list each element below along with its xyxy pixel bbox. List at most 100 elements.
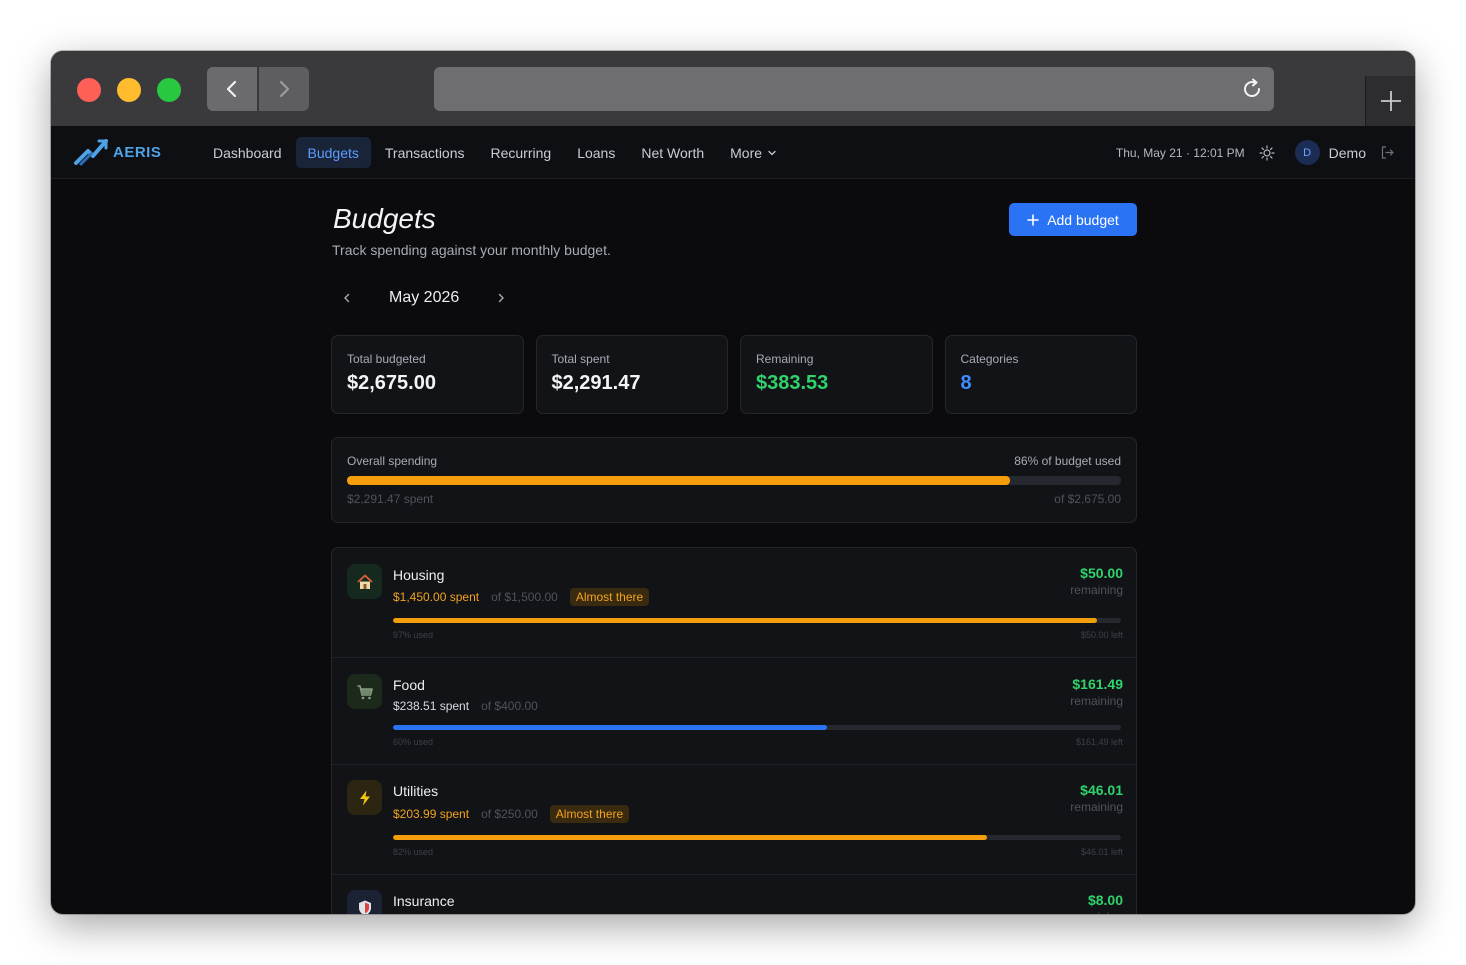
category-progress-fill (393, 835, 988, 840)
category-icon (347, 890, 382, 914)
budget-row-utilities[interactable]: Utilities $203.99 spent of $250.00 Almos… (332, 765, 1136, 875)
stats-cards: Total budgeted $2,675.00 Total spent $2,… (331, 335, 1137, 414)
overall-spending-card: Overall spending 86% of budget used $2,2… (331, 437, 1137, 523)
nav-dashboard[interactable]: Dashboard (201, 137, 294, 168)
current-datetime: Thu, May 21 · 12:01 PM (1115, 145, 1245, 160)
current-month: May 2026 (389, 289, 460, 306)
page-title: Budgets (333, 203, 436, 234)
budget-row-insurance[interactable]: Insurance $8.00 remaining (332, 875, 1136, 914)
category-remaining-label: remaining (1070, 583, 1123, 597)
chevron-left-icon (226, 80, 237, 98)
category-of: of $1,500.00 (491, 590, 558, 604)
brand-logo[interactable]: AERIS (73, 137, 161, 167)
chevron-down-icon (768, 150, 776, 155)
nav-recurring[interactable]: Recurring (479, 137, 564, 168)
stat-remaining: Remaining $383.53 (740, 335, 933, 414)
stat-value: $2,675.00 (347, 372, 436, 394)
status-badge: Almost there (549, 805, 630, 823)
category-remaining-label: remaining (1070, 694, 1123, 708)
category-used: 97% used (393, 630, 434, 640)
category-left: $161.49 left (1075, 737, 1123, 747)
category-name: Food (393, 677, 425, 693)
reload-icon[interactable] (1240, 77, 1264, 101)
category-of: of $250.00 (481, 807, 538, 821)
category-name: Insurance (393, 893, 455, 909)
budget-category-list: Housing $1,450.00 spent of $1,500.00 Alm… (331, 547, 1137, 914)
main-content: Budgets Track spending against your mont… (331, 179, 1137, 914)
stat-value: $383.53 (756, 372, 829, 394)
page-subtitle: Track spending against your monthly budg… (332, 242, 611, 258)
status-badge: Almost there (569, 588, 650, 606)
category-icon (347, 674, 382, 709)
overall-progress-fill (347, 476, 1011, 485)
category-progress-bar (393, 835, 1121, 840)
budget-row-food[interactable]: Food $238.51 spent of $400.00 $161.49 re… (332, 658, 1136, 765)
category-name: Utilities (393, 783, 439, 799)
category-remaining-amount: $8.00 (1087, 892, 1123, 908)
shield-icon (358, 900, 371, 914)
maximize-window-button[interactable] (157, 78, 181, 102)
back-button[interactable] (207, 67, 257, 111)
username[interactable]: Demo (1329, 145, 1366, 161)
aeris-logo-icon (74, 139, 108, 166)
house-icon (356, 574, 373, 589)
category-used: 82% used (393, 847, 434, 857)
chevron-left-icon[interactable] (341, 292, 353, 304)
category-meta: $238.51 spent of $400.00 (393, 699, 550, 713)
new-tab-button[interactable] (1365, 76, 1415, 126)
sun-icon[interactable] (1259, 144, 1275, 161)
category-progress-fill (393, 618, 1097, 623)
logout-icon[interactable] (1380, 145, 1395, 160)
category-progress-fill (393, 725, 827, 730)
add-budget-button[interactable]: Add budget (1009, 203, 1137, 236)
nav-right: Thu, May 21 · 12:01 PM D Demo (1116, 126, 1395, 179)
category-remaining-label: remaining (1070, 910, 1123, 914)
stat-total-spent: Total spent $2,291.47 (535, 335, 728, 414)
browser-window: AERIS Dashboard Budgets Transactions Rec… (51, 51, 1415, 914)
address-bar[interactable] (434, 67, 1274, 111)
main-menu: Dashboard Budgets Transactions Recurring… (201, 137, 791, 168)
category-progress-bar (393, 618, 1121, 623)
category-spent: $238.51 spent (393, 699, 470, 713)
stat-value: $2,291.47 (551, 372, 641, 394)
category-icon (347, 780, 382, 815)
chevron-right-icon[interactable] (495, 292, 507, 304)
category-spent: $203.99 spent (393, 807, 470, 821)
category-remaining-amount: $161.49 (1072, 676, 1123, 692)
plus-icon (1380, 91, 1401, 111)
stat-label: Remaining (756, 352, 814, 366)
forward-button[interactable] (259, 67, 309, 111)
category-left: $46.01 left (1080, 847, 1123, 857)
budget-row-housing[interactable]: Housing $1,450.00 spent of $1,500.00 Alm… (332, 548, 1136, 658)
overall-progress-bar (347, 476, 1121, 485)
category-remaining-label: remaining (1070, 800, 1123, 814)
avatar[interactable]: D (1294, 140, 1320, 165)
cart-icon (357, 684, 373, 699)
overall-label: Overall spending (347, 454, 438, 468)
category-remaining-amount: $50.00 (1080, 565, 1123, 581)
nav-more[interactable]: More (718, 137, 789, 168)
category-meta: $203.99 spent of $250.00 Almost there (393, 805, 630, 823)
minimize-window-button[interactable] (117, 78, 141, 102)
nav-net-worth[interactable]: Net Worth (629, 137, 716, 168)
category-remaining-amount: $46.01 (1080, 782, 1123, 798)
brand-name: AERIS (113, 143, 162, 161)
app-navbar: AERIS Dashboard Budgets Transactions Rec… (51, 126, 1415, 179)
category-spent: $1,450.00 spent (393, 590, 480, 604)
stat-total-budgeted: Total budgeted $2,675.00 (331, 335, 524, 414)
overall-of: of $2,675.00 (1054, 492, 1121, 506)
nav-more-label: More (730, 144, 763, 161)
category-icon (347, 564, 382, 599)
category-name: Housing (393, 567, 445, 583)
close-window-button[interactable] (77, 78, 101, 102)
nav-transactions[interactable]: Transactions (373, 137, 477, 168)
lightning-icon (359, 790, 370, 805)
nav-loans[interactable]: Loans (565, 137, 627, 168)
stat-label: Total spent (551, 352, 610, 366)
chevron-right-icon (279, 80, 290, 98)
category-of: of $400.00 (481, 699, 538, 713)
plus-icon (1027, 213, 1039, 226)
nav-budgets[interactable]: Budgets (295, 137, 371, 168)
stat-categories: Categories 8 (944, 335, 1137, 414)
overall-spent: $2,291.47 spent (347, 492, 434, 506)
